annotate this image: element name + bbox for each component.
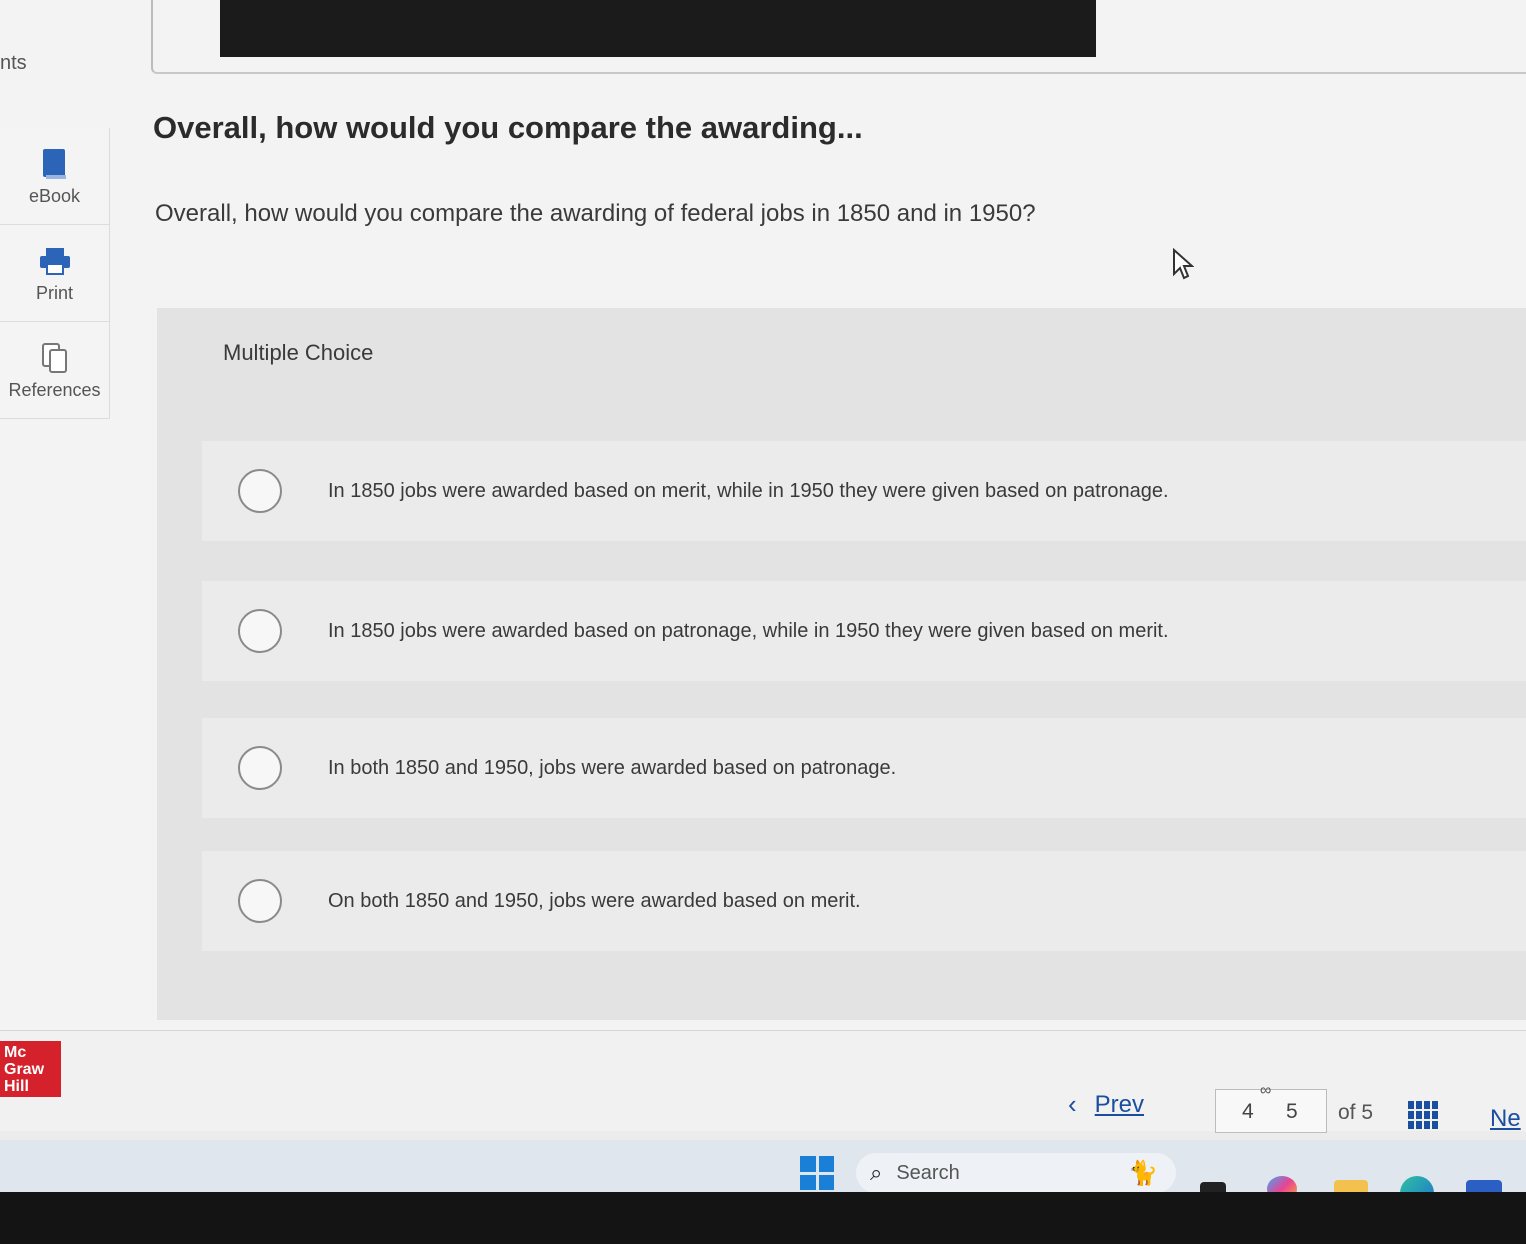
prev-label: Prev <box>1094 1090 1145 1118</box>
monitor-bezel <box>0 1192 1526 1244</box>
sidebar-item-label: Print <box>35 282 73 303</box>
sidebar-item-label: eBook <box>28 185 81 206</box>
search-icon: ⌕ <box>870 1160 883 1185</box>
answer-option-text: In 1850 jobs were awarded based on patro… <box>328 619 1169 642</box>
answer-option-2[interactable]: In 1850 jobs were awarded based on patro… <box>202 581 1526 681</box>
mouse-pointer-icon <box>1172 247 1195 285</box>
print-icon <box>35 243 75 279</box>
sidebar-item-label: References <box>8 379 101 400</box>
sidebar-item-print[interactable]: Print <box>0 225 110 322</box>
answer-option-text: On both 1850 and 1950, jobs were awarded… <box>328 889 861 912</box>
answer-option-4[interactable]: On both 1850 and 1950, jobs were awarded… <box>202 851 1526 951</box>
radio-button[interactable] <box>238 746 282 790</box>
question-type-label: Multiple Choice <box>223 340 374 365</box>
page-number-current[interactable]: 5 <box>1286 1100 1298 1124</box>
ebook-icon <box>35 146 75 182</box>
mcgraw-hill-logo: Mc Graw Hill <box>0 1041 61 1097</box>
page-selector[interactable]: ∞ 4 5 <box>1215 1082 1327 1133</box>
references-icon <box>35 340 75 376</box>
radio-button[interactable] <box>238 469 282 513</box>
answer-option-3[interactable]: In both 1850 and 1950, jobs were awarded… <box>202 718 1526 818</box>
radio-button[interactable] <box>238 609 282 653</box>
prev-button[interactable]: ‹ Prev <box>1068 1089 1144 1120</box>
page-number-previous[interactable]: 4 <box>1242 1100 1254 1124</box>
search-label: Search <box>896 1161 960 1184</box>
search-highlight-icon: 🐈 <box>1128 1160 1158 1187</box>
multiple-choice-panel: Multiple Choice In 1850 jobs were awarde… <box>157 308 1526 1020</box>
tool-sidebar: eBook Print References <box>0 128 110 419</box>
top-video-region <box>220 0 1096 57</box>
next-button[interactable]: Ne <box>1490 1105 1521 1133</box>
sidebar-item-references[interactable]: References <box>0 322 110 419</box>
radio-button[interactable] <box>238 879 282 923</box>
windows-start-icon[interactable] <box>800 1156 834 1190</box>
assignment-page: nts eBook Print References Overall, how … <box>0 0 1526 1133</box>
question-title: Overall, how would you compare the award… <box>153 110 863 145</box>
link-icon: ∞ <box>1260 1082 1272 1099</box>
chevron-left-icon: ‹ <box>1068 1089 1077 1119</box>
answer-option-1[interactable]: In 1850 jobs were awarded based on merit… <box>202 441 1526 541</box>
windows-taskbar: ⌕ Search 🐈 <box>0 1140 1526 1210</box>
sidebar-item-ebook[interactable]: eBook <box>0 128 110 225</box>
taskbar-search[interactable]: ⌕ Search 🐈 <box>856 1153 1176 1193</box>
answer-option-text: In 1850 jobs were awarded based on merit… <box>328 479 1169 502</box>
question-prompt: Overall, how would you compare the award… <box>155 200 1036 227</box>
answer-option-text: In both 1850 and 1950, jobs were awarded… <box>328 756 897 779</box>
grid-view-icon[interactable] <box>1408 1101 1438 1129</box>
points-label-fragment: nts <box>0 52 27 74</box>
page-total: of 5 <box>1338 1101 1374 1124</box>
navigation-footer: Mc Graw Hill ‹ Prev ∞ 4 5 of 5 Ne <box>0 1030 1526 1133</box>
